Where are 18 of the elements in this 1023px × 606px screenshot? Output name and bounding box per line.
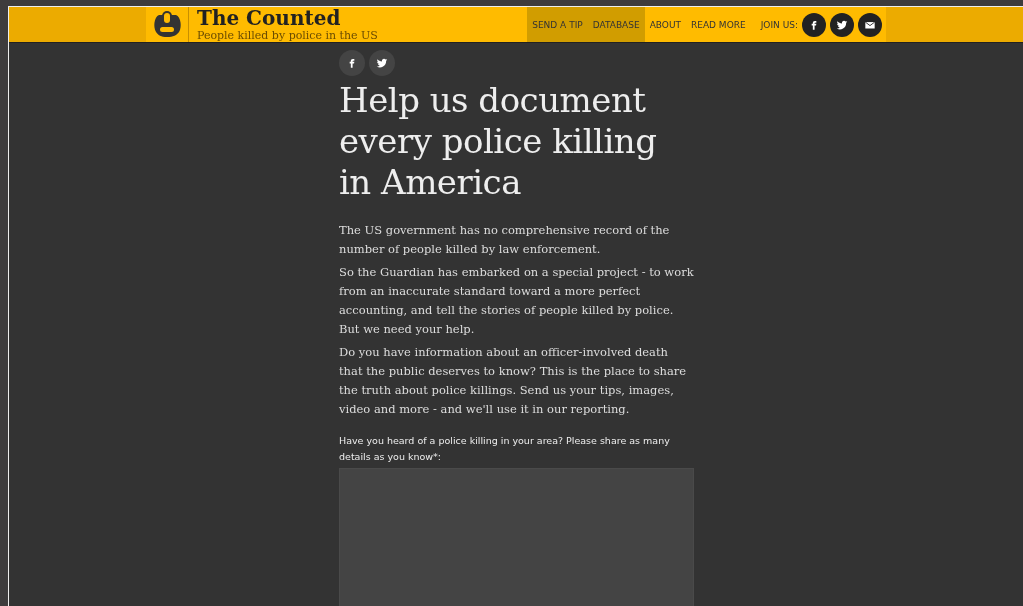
site-subtitle: People killed by police in the US [197,29,379,42]
bird-icon [375,56,389,70]
body-paragraph: The US government has no comprehensive record of the number of people killed by law enforcement. [339,222,671,258]
social-button[interactable] [858,12,882,37]
body-paragraph: Do you have information about an officer-involved death that the public deserves to know? This is the place to share the truth about police killings. Send us your tips, images, video and more - and we'll use it in our reporting. [339,344,688,418]
join-label: JOIN US: [760,18,798,32]
share-button[interactable] [369,50,395,76]
social-button[interactable] [802,12,826,37]
social-button[interactable] [830,12,854,37]
nav-link[interactable]: SEND A TIP [527,7,588,42]
site-title: The Counted [197,7,342,29]
headline: Help us document every police killing in America [339,80,658,203]
nav-link[interactable]: READ MORE [686,7,751,42]
form-question: Have you heard of a police killing in your area? Please share as many details as you know*: [339,434,671,464]
share-button[interactable] [339,50,365,76]
nav-link[interactable]: DATABASE [587,7,645,42]
body-paragraph: So the Guardian has embarked on a special project - to work from an inaccurate standard toward a more perfect accounting, and tell the stories of people killed by police. But we need your help. [339,264,694,338]
nav-link[interactable]: ABOUT [644,7,686,42]
